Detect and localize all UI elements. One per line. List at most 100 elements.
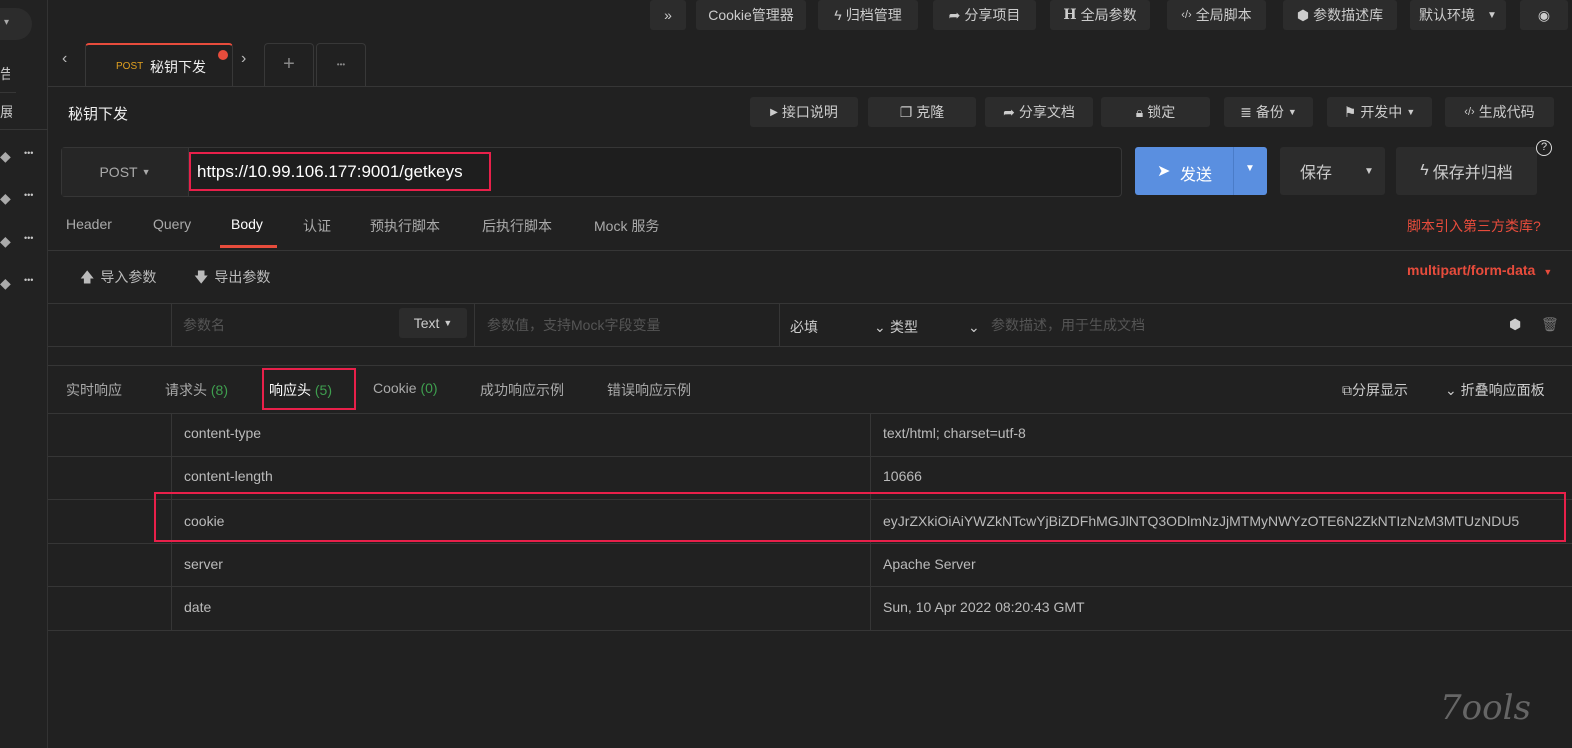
tab-title: 秘钥下发 [150,59,206,75]
caret-down-icon: ▼ [141,167,151,177]
method-select[interactable]: POST ▼ [62,148,189,196]
caret-down-icon: ▼ [443,318,453,328]
code-icon: ‹/› [1181,9,1192,21]
more-icon[interactable]: ••• [24,275,33,285]
header-value: 10666 [883,468,922,484]
header-value: Sun, 10 Apr 2022 08:20:43 GMT [883,599,1085,615]
cookie-manager-button[interactable]: Cookie管理器 [696,0,806,30]
split-label: 分屏显示 [1352,382,1408,398]
required-select[interactable]: 必填 ⌄ [790,317,886,337]
share-doc-button[interactable]: ➦ 分享文档 [985,97,1093,127]
sort-icon[interactable]: ◆ [0,190,11,207]
arrow-down-icon: 🡇 [194,269,209,285]
eye-icon: ◉ [1537,6,1551,23]
param-type-select[interactable]: Text ▼ [399,308,467,338]
sort-icon[interactable]: ◆ [0,233,11,250]
cookie-label: Cookie [373,380,417,396]
share-doc-label: 分享文档 [1018,104,1075,120]
save-archive-button[interactable]: ϟ 保存并归档 [1396,147,1537,195]
cube-icon[interactable]: ⬢ [1509,316,1521,333]
tab-req-headers[interactable]: 请求头 (8) [165,380,228,400]
global-script-button[interactable]: ‹/› 全局脚本 [1167,0,1266,30]
tab-pre-script[interactable]: 预执行脚本 [370,216,440,236]
more-icon[interactable]: ••• [24,233,33,243]
content-type-select[interactable]: multipart/form-data ▼ [1407,262,1552,278]
env-select[interactable]: 默认环境 ▼ [1410,0,1506,30]
split-view-button[interactable]: ⧉分屏显示 [1342,380,1408,400]
eye-button[interactable]: ◉ [1520,0,1568,30]
play-icon: ▶ [770,106,778,118]
tab-mock[interactable]: Mock 服务 [594,216,659,236]
share-project-button[interactable]: ➦ 分享项目 [933,0,1036,30]
more-icon[interactable]: ••• [24,148,33,158]
tab-cookie[interactable]: Cookie (0) [373,380,438,396]
lock-icon: 🔒︎ [1135,103,1144,120]
chevron-down-icon: ⌄ [874,319,886,335]
active-tab-underline [220,245,277,248]
save-button[interactable]: 保存 ▼ [1280,147,1385,195]
tab-success-example[interactable]: 成功响应示例 [480,380,564,400]
caret-down-icon: ▼ [1543,267,1553,277]
sort-icon[interactable]: ◆ [0,275,11,292]
highlight-box [154,492,1566,542]
param-value-input[interactable]: 参数值，支持Mock字段变量 [487,315,660,335]
expand-button[interactable]: » [650,0,686,30]
bolt-icon: ϟ [1420,162,1429,179]
export-params-button[interactable]: 🡇 导出参数 [194,267,270,291]
watermark-logo: 7ools [1440,688,1531,728]
collapse-panel-button[interactable]: ⌄ 折叠响应面板 [1445,380,1545,400]
add-tab-button[interactable]: + [264,43,314,87]
env-label: 默认环境 [1419,7,1476,23]
api-doc-button[interactable]: ▶ 接口说明 [750,97,858,127]
global-params-button[interactable]: H 全局参数 [1050,0,1150,30]
send-icon: ➤ [1157,163,1171,180]
lock-button[interactable]: 🔒︎ 锁定 [1101,97,1210,127]
kind-label: 类型 [890,319,918,335]
kind-select[interactable]: 类型 ⌄ [890,317,980,337]
save-archive-label: 保存并归档 [1432,165,1513,182]
send-dropdown-icon[interactable]: ▼ [1245,163,1255,174]
tab-header[interactable]: Header [66,216,112,232]
send-button[interactable]: ➤ 发送 ▼ [1135,147,1267,195]
status-button[interactable]: ⚑ 开发中 ▼ [1327,97,1432,127]
share-icon: ➦ [1003,103,1015,120]
caret-down-icon: ▼ [1406,107,1416,117]
status-label: 开发中 [1360,104,1403,120]
trash-icon[interactable]: 🗑︎ [1541,316,1559,333]
param-lib-button[interactable]: ⬢ 参数描述库 [1283,0,1397,30]
tab-scroll-left[interactable]: ‹ [62,50,67,68]
database-icon: ≣ [1240,103,1252,120]
send-label: 发送 [1180,167,1213,184]
caret-down-icon[interactable]: ▼ [1364,166,1374,177]
sidebar-dropdown[interactable]: ▾ [0,8,32,40]
import-params-button[interactable]: 🡅 导入参数 [80,267,156,291]
tab-realtime[interactable]: 实时响应 [66,380,122,400]
backup-button[interactable]: ≣ 备份 ▼ [1224,97,1313,127]
req-headers-count: (8) [210,382,229,398]
gen-code-button[interactable]: ‹/› 生成代码 [1445,97,1554,127]
global-params-label: 全局参数 [1080,7,1137,23]
tab-error-example[interactable]: 错误响应示例 [607,380,691,400]
tab-auth[interactable]: 认证 [303,216,331,236]
tab-post-script[interactable]: 后执行脚本 [482,216,552,236]
unsaved-dot [218,50,228,60]
tab-query[interactable]: Query [153,216,191,232]
method-label: POST [99,164,138,180]
more-icon[interactable]: ••• [24,190,33,200]
split-icon: ⧉ [1342,382,1352,398]
script-library-link[interactable]: 脚本引入第三方类库? [1407,216,1541,236]
help-icon[interactable]: ? [1536,140,1552,156]
sort-icon[interactable]: ◆ [0,148,11,165]
gen-code-label: 生成代码 [1478,104,1535,120]
tab-active[interactable]: POST 秘钥下发 [85,43,233,87]
param-desc-input[interactable]: 参数描述，用于生成文档 [991,315,1145,335]
copy-icon: ❐ [899,103,913,120]
param-name-input[interactable]: 参数名 [183,315,225,335]
cookie-count: (0) [420,380,438,396]
tab-more-button[interactable]: ••• [316,43,366,87]
archive-manage-button[interactable]: ϟ 归档管理 [818,0,918,30]
header-value: Apache Server [883,556,976,572]
tab-body[interactable]: Body [231,216,263,232]
clone-button[interactable]: ❐ 克隆 [868,97,976,127]
tab-scroll-right[interactable]: › [241,50,246,68]
